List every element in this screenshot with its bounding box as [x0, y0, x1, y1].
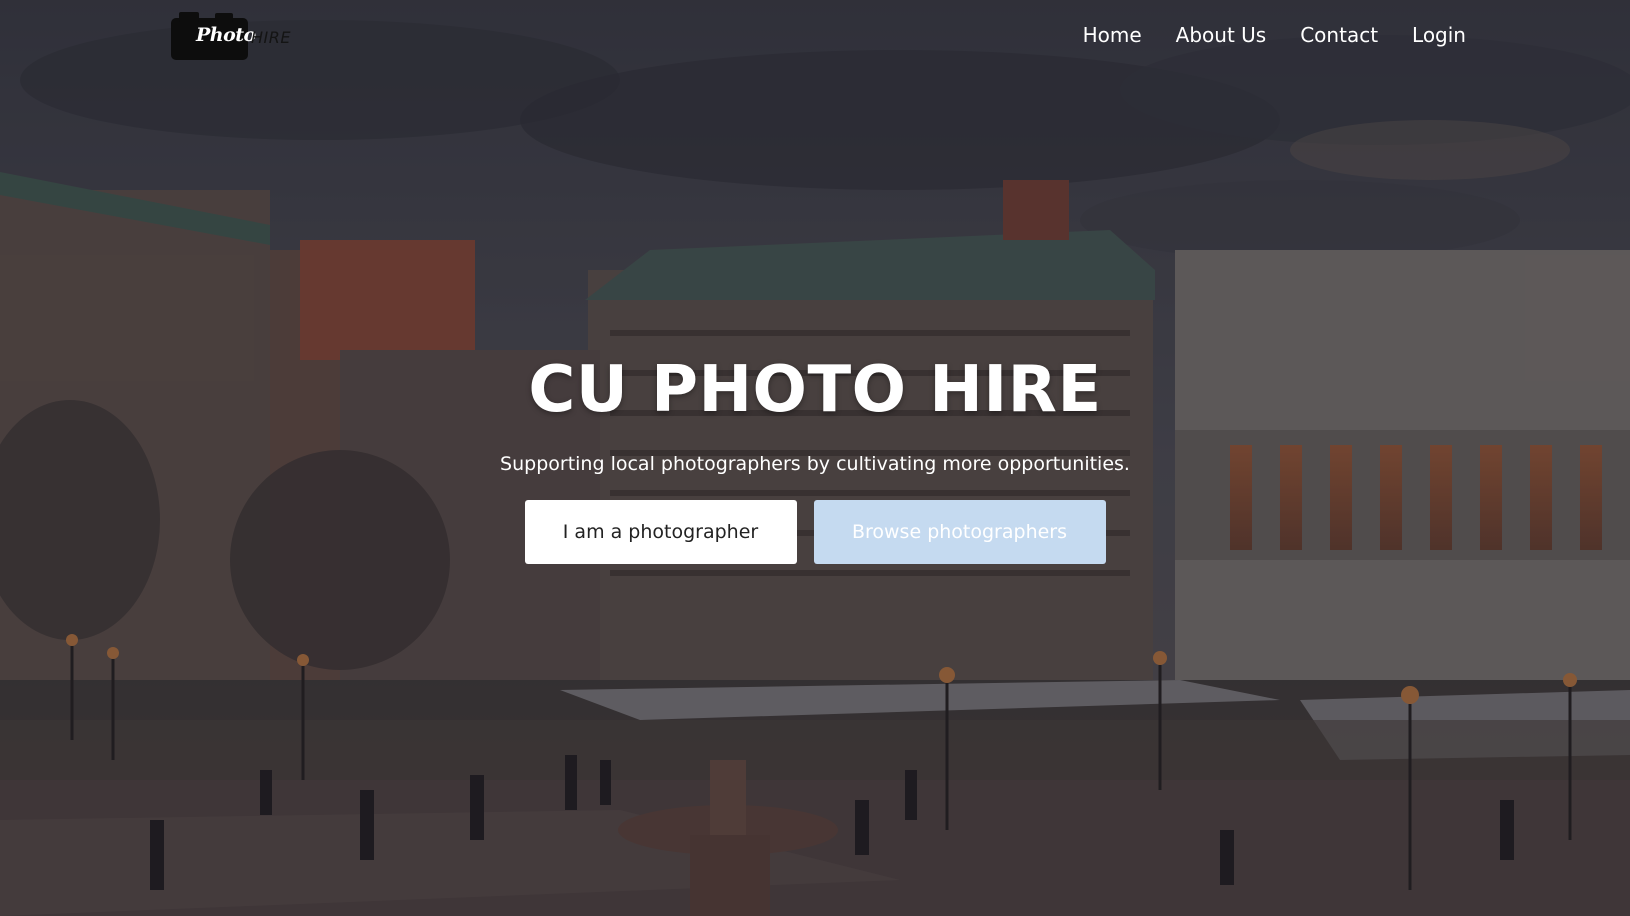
hero-buttons: I am a photographer Browse photographers: [0, 500, 1630, 564]
logo-suffix: HIRE: [251, 28, 291, 47]
nav-link-login[interactable]: Login: [1412, 20, 1466, 50]
nav-link-about-us[interactable]: About Us: [1176, 20, 1267, 50]
browse-photographers-button[interactable]: Browse photographers: [813, 500, 1106, 564]
nav-links: Home About Us Contact Login: [1083, 20, 1466, 50]
site-logo[interactable]: Photo HIRE: [171, 10, 290, 60]
nav-link-contact[interactable]: Contact: [1300, 20, 1378, 50]
i-am-a-photographer-button[interactable]: I am a photographer: [524, 500, 797, 564]
nav-link-home[interactable]: Home: [1083, 20, 1142, 50]
hero-section: Photo HIRE Home About Us Contact Login C…: [0, 0, 1630, 916]
hero-subtitle: Supporting local photographers by cultiv…: [500, 453, 1130, 475]
logo-text: Photo: [196, 24, 256, 46]
hero-content: CU PHOTO HIRE Supporting local photograp…: [0, 348, 1630, 564]
navbar: Photo HIRE Home About Us Contact Login: [0, 0, 1630, 72]
hero-title: CU PHOTO HIRE: [528, 353, 1102, 427]
